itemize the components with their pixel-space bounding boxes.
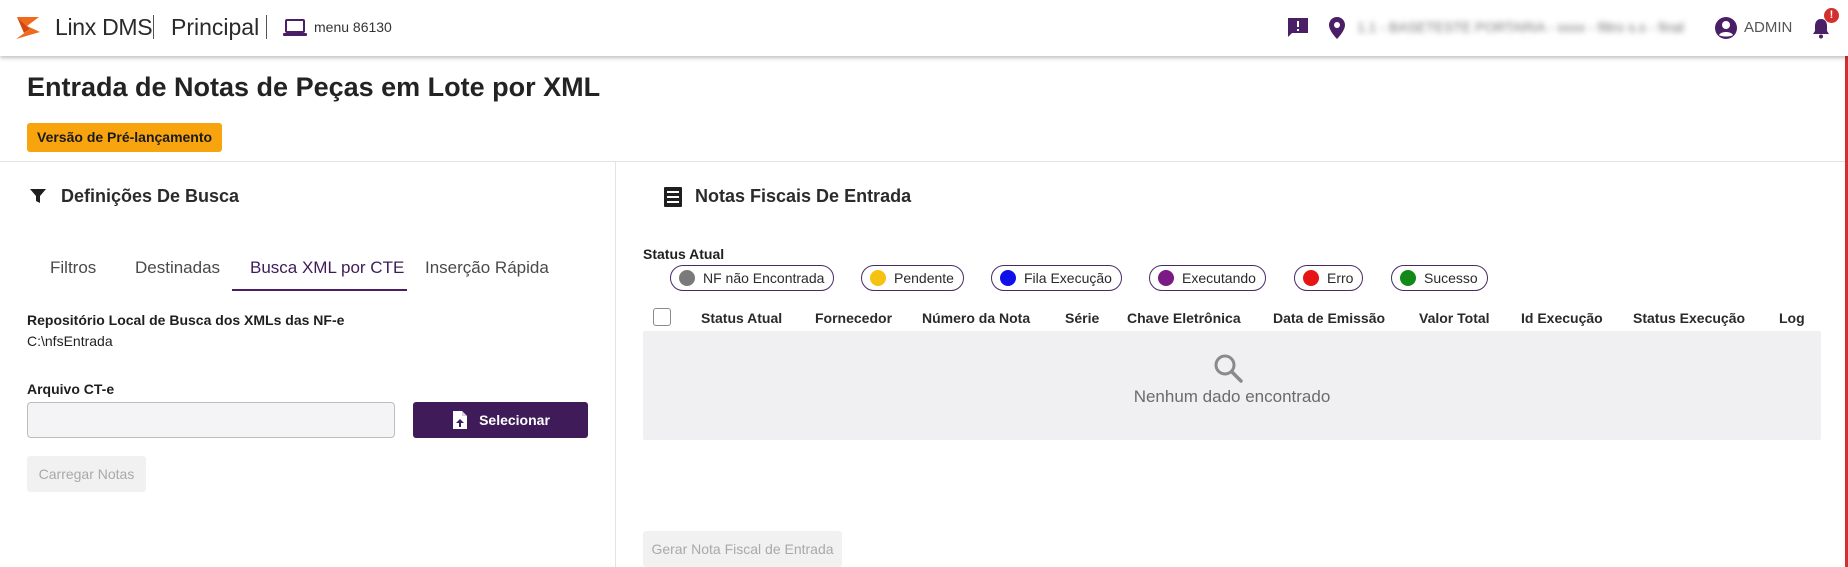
col-valor-total[interactable]: Valor Total xyxy=(1419,310,1490,326)
col-id-execucao[interactable]: Id Execução xyxy=(1521,310,1603,326)
status-dot xyxy=(870,270,886,286)
chip-label: Pendente xyxy=(894,270,954,286)
repo-label: Repositório Local de Busca dos XMLs das … xyxy=(27,312,345,328)
chip-label: NF não Encontrada xyxy=(703,270,825,286)
status-chip-nf-nao-encontrada[interactable]: NF não Encontrada xyxy=(670,265,835,291)
status-chip-pendente[interactable]: Pendente xyxy=(861,265,964,291)
search-icon xyxy=(1214,354,1243,383)
chip-label: Sucesso xyxy=(1424,270,1478,286)
page-title: Entrada de Notas de Peças em Lote por XM… xyxy=(27,72,601,102)
tab-destinadas[interactable]: Destinadas xyxy=(135,258,220,278)
invoices-title: Notas Fiscais De Entrada xyxy=(695,186,912,206)
col-serie[interactable]: Série xyxy=(1065,310,1099,326)
status-dot xyxy=(1400,270,1416,286)
col-fornecedor[interactable]: Fornecedor xyxy=(815,310,892,326)
status-dot xyxy=(1303,270,1319,286)
col-log[interactable]: Log xyxy=(1779,310,1805,326)
status-chip-sucesso[interactable]: Sucesso xyxy=(1391,265,1488,291)
notification-badge: ! xyxy=(1824,8,1839,23)
col-numero-nota[interactable]: Número da Nota xyxy=(922,310,1030,326)
select-file-label: Selecionar xyxy=(479,412,550,428)
user-name[interactable]: ADMIN xyxy=(1744,19,1792,36)
status-chip-erro[interactable]: Erro xyxy=(1294,265,1364,291)
location-text[interactable]: 1.1 - BASETESTE PORTARIA - xxxx - filtro… xyxy=(1357,19,1697,35)
tab-insercao-rapida[interactable]: Inserção Rápida xyxy=(425,258,549,278)
cte-file-label: Arquivo CT-e xyxy=(27,381,115,397)
file-upload-icon xyxy=(453,411,468,429)
generate-invoice-button[interactable]: Gerar Nota Fiscal de Entrada xyxy=(643,531,842,567)
col-status-atual[interactable]: Status Atual xyxy=(701,310,782,326)
load-notes-button[interactable]: Carregar Notas xyxy=(27,456,146,492)
active-tab-indicator xyxy=(232,289,407,291)
empty-table-state: Nenhum dado encontrado xyxy=(643,331,1821,440)
table-header: Status Atual Fornecedor Número da Nota S… xyxy=(643,306,1821,330)
cte-file-input[interactable] xyxy=(27,402,395,438)
repo-path: C:\nfsEntrada xyxy=(27,333,113,349)
list-icon xyxy=(664,187,682,207)
linx-logo-icon xyxy=(16,17,40,39)
chip-label: Fila Execução xyxy=(1024,270,1112,286)
status-dot xyxy=(679,270,695,286)
location-pin-icon[interactable] xyxy=(1325,16,1349,40)
select-file-button[interactable]: Selecionar xyxy=(413,402,588,438)
feedback-icon[interactable] xyxy=(1286,16,1310,40)
tab-filtros[interactable]: Filtros xyxy=(50,258,96,278)
select-all-checkbox[interactable] xyxy=(653,308,671,326)
col-chave-eletronica[interactable]: Chave Eletrônica xyxy=(1127,310,1241,326)
status-dot xyxy=(1000,270,1016,286)
module-name[interactable]: Principal xyxy=(171,14,259,41)
divider xyxy=(153,15,154,39)
status-chip-executando[interactable]: Executando xyxy=(1149,265,1266,291)
chip-label: Erro xyxy=(1327,270,1354,286)
search-settings-title: Definições De Busca xyxy=(61,186,240,206)
status-dot xyxy=(1158,270,1174,286)
header-divider xyxy=(0,161,1845,162)
col-data-emissao[interactable]: Data de Emissão xyxy=(1273,310,1385,326)
account-circle-icon[interactable] xyxy=(1714,16,1738,40)
chip-label: Executando xyxy=(1182,270,1256,286)
laptop-icon xyxy=(283,19,307,36)
divider xyxy=(266,15,267,39)
empty-message: Nenhum dado encontrado xyxy=(1133,387,1331,406)
menu-code[interactable]: menu 86130 xyxy=(314,19,392,35)
panel-divider xyxy=(615,162,616,567)
brand-name[interactable]: Linx DMS xyxy=(55,14,153,41)
prerelease-badge: Versão de Pré-lançamento xyxy=(27,123,223,152)
filter-icon xyxy=(30,189,46,203)
status-legend-title: Status Atual xyxy=(643,246,725,262)
tab-busca-xml-cte[interactable]: Busca XML por CTE xyxy=(250,258,404,278)
status-chip-fila-execucao[interactable]: Fila Execução xyxy=(991,265,1122,291)
top-bar: Linx DMS Principal menu 86130 1.1 - BASE… xyxy=(0,0,1848,56)
col-status-execucao[interactable]: Status Execução xyxy=(1633,310,1745,326)
